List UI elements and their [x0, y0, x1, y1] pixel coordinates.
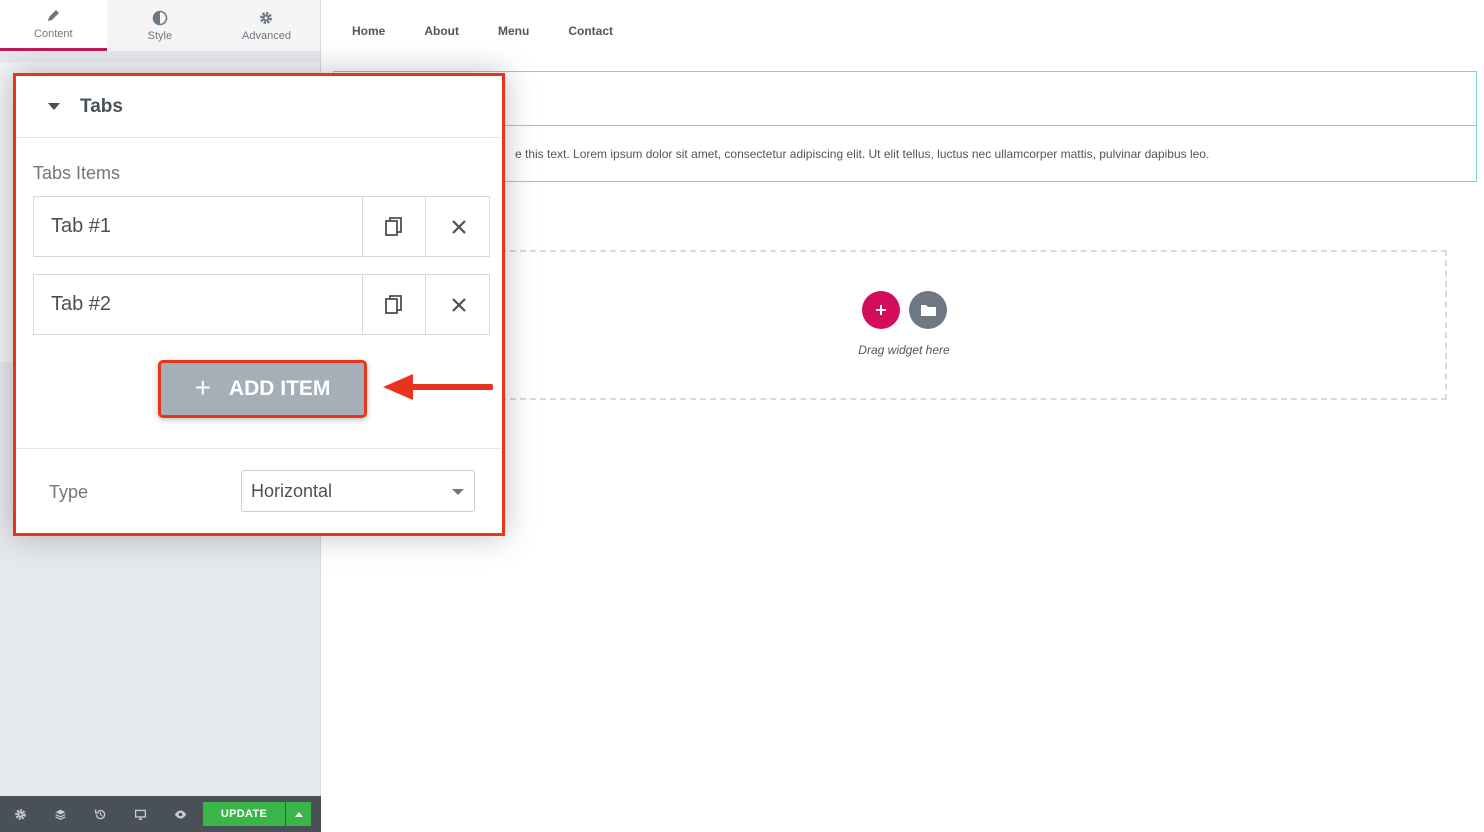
gear-icon [260, 11, 273, 24]
history-icon [94, 809, 105, 819]
plus-icon: + [194, 371, 211, 403]
arrow-left-icon [383, 374, 493, 400]
empty-section-drop-zone[interactable] [490, 250, 1447, 400]
add-item-label: ADD ITEM [228, 377, 331, 400]
responsive-icon [134, 809, 146, 820]
history-button[interactable] [80, 796, 120, 832]
copy-icon [385, 216, 402, 236]
panel-divider [16, 448, 502, 449]
tab-style-label: Style [147, 29, 173, 42]
add-section-button[interactable] [862, 291, 900, 329]
close-icon [451, 219, 466, 234]
tab-content-text: e this text. Lorem ipsum dolor sit amet,… [515, 147, 1210, 161]
type-select[interactable]: Horizontal [241, 470, 475, 512]
settings-button[interactable] [0, 796, 40, 832]
update-options-button[interactable] [286, 802, 311, 826]
tabs-widget-divider [334, 125, 1476, 126]
chevron-down-icon [452, 489, 464, 495]
tab-advanced-label: Advanced [242, 29, 291, 42]
section-header-tabs[interactable]: Tabs [16, 76, 502, 138]
tab-style[interactable]: Style [106, 0, 214, 51]
preview-button[interactable] [160, 796, 200, 832]
navigator-button[interactable] [40, 796, 80, 832]
add-item-button[interactable]: + ADD ITEM [158, 360, 367, 418]
sidebar-tabs: Content Style Advanced [0, 0, 320, 51]
responsive-button[interactable] [120, 796, 160, 832]
tabs-items-label: Tabs Items [33, 163, 121, 183]
nav-about[interactable]: About [424, 24, 459, 38]
duplicate-item-button[interactable] [363, 197, 426, 256]
repeater-item: Tab #1 [33, 196, 490, 257]
settings-icon [14, 808, 26, 820]
remove-item-button[interactable] [427, 197, 490, 256]
drag-widget-hint: Drag widget here [858, 343, 950, 357]
tab-content-label: Content [34, 28, 73, 40]
repeater-item-title[interactable]: Tab #1 [34, 197, 363, 256]
repeater-item-title[interactable]: Tab #2 [34, 275, 363, 334]
type-label: Type [49, 482, 89, 502]
preview-eye-icon [174, 809, 186, 819]
half-circle-icon [152, 10, 168, 25]
plus-icon [876, 305, 886, 315]
bottom-toolbar: UPDATE [0, 796, 321, 832]
nav-contact[interactable]: Contact [568, 24, 613, 38]
caret-up-icon [294, 811, 303, 817]
layers-icon [54, 809, 66, 820]
pencil-icon [48, 10, 60, 21]
tabs-section-panel: Tabs Tabs Items Tab #1 Tab #2 + ADD ITEM… [13, 73, 505, 536]
folder-icon [920, 305, 936, 316]
tab-advanced[interactable]: Advanced [213, 0, 320, 51]
remove-item-button[interactable] [427, 275, 490, 334]
tab-content[interactable]: Content [0, 0, 107, 51]
site-nav: Home About Menu Contact [352, 24, 652, 38]
caret-down-icon [48, 103, 60, 110]
repeater-item: Tab #2 [33, 274, 490, 335]
close-icon [451, 297, 466, 312]
section-title: Tabs [80, 96, 123, 117]
nav-home[interactable]: Home [352, 24, 385, 38]
add-template-button[interactable] [909, 291, 947, 329]
duplicate-item-button[interactable] [363, 275, 426, 334]
copy-icon [385, 294, 402, 314]
nav-menu[interactable]: Menu [498, 24, 529, 38]
type-select-value: Horizontal [251, 480, 333, 501]
update-button[interactable]: UPDATE [203, 802, 285, 826]
